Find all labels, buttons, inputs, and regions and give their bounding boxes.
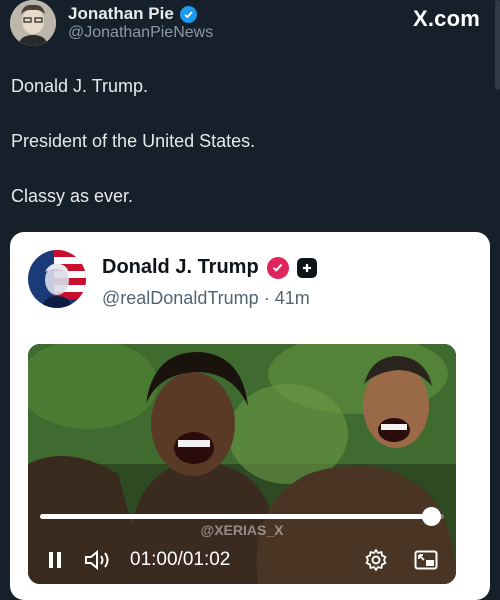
quoted-author-name[interactable]: Donald J. Trump: [102, 256, 259, 279]
post-header: Jonathan Pie @JonathanPieNews X.com: [0, 0, 500, 90]
quoted-post-card[interactable]: Donald J. Trump @realDonaldTrump · 41m @…: [10, 232, 490, 600]
author-name[interactable]: Jonathan Pie: [68, 4, 174, 24]
volume-icon[interactable]: [84, 548, 114, 572]
gear-icon[interactable]: [364, 548, 388, 572]
source-label: X.com: [412, 6, 480, 31]
meta-separator: ·: [263, 288, 270, 308]
video-scrubber-handle[interactable]: [422, 507, 442, 526]
video-controls: 01:00/01:02: [28, 548, 456, 578]
duration: 01:02: [182, 549, 231, 570]
verified-badge-icon: [179, 5, 197, 23]
post-text: Donald J. Trump. President of the United…: [11, 75, 471, 240]
video-player[interactable]: @XERIAS_X 01:00/01:02: [28, 344, 456, 584]
affiliate-plus-icon: [296, 257, 317, 278]
author-avatar[interactable]: [10, 0, 56, 46]
quoted-author-avatar[interactable]: [28, 250, 86, 308]
post-text-line: Classy as ever.: [11, 186, 134, 206]
scrollbar[interactable]: [495, 0, 500, 90]
current-time: 01:00: [130, 549, 178, 570]
quoted-meta: @realDonaldTrump · 41m: [102, 288, 310, 309]
post-age[interactable]: 41m: [275, 288, 310, 308]
video-progress-track[interactable]: [40, 507, 444, 526]
pause-icon[interactable]: [48, 548, 62, 572]
quoted-author-handle[interactable]: @realDonaldTrump: [102, 288, 259, 308]
post-text-line: President of the United States.: [11, 131, 256, 151]
video-time: 01:00/01:02: [130, 549, 231, 570]
picture-in-picture-icon[interactable]: [414, 548, 438, 572]
video-progress-fill: [40, 514, 432, 519]
video-watermark: @XERIAS_X: [200, 522, 284, 538]
post-text-line: Donald J. Trump.: [11, 76, 149, 96]
verified-badge-icon: [266, 256, 289, 279]
author-handle[interactable]: @JonathanPieNews: [68, 24, 213, 42]
